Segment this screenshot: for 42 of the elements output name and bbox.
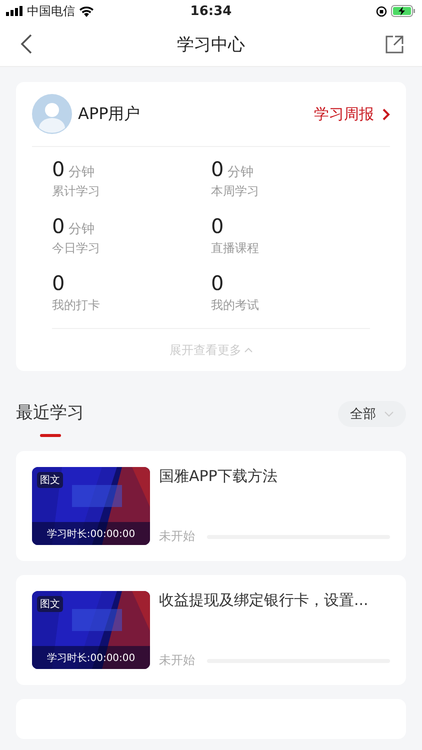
progress-status: 未开始: [159, 652, 195, 669]
stat-unit: 分钟: [68, 221, 95, 238]
duration-label: 学习时长:00:00:00: [46, 652, 136, 665]
stat-label: 今日学习: [52, 240, 101, 257]
share-icon[interactable]: [385, 34, 404, 54]
user-name: APP用户: [78, 104, 142, 124]
stat-label: 我的打卡: [52, 297, 101, 314]
stat-label: 我的考试: [211, 297, 260, 314]
stat-value: 0: [52, 271, 65, 295]
back-icon[interactable]: [20, 34, 32, 54]
duration-label: 学习时长:00:00:00: [46, 528, 136, 541]
carrier-name: 中国电信: [27, 2, 75, 20]
type-badge: 图文: [37, 596, 63, 612]
clock-time: 16:34: [190, 4, 232, 18]
stat-value: 0: [211, 157, 224, 181]
stat-value: 0: [52, 214, 65, 238]
stat-value: 0: [211, 214, 224, 238]
stat-label: 累计学习: [52, 183, 101, 200]
section-title: 最近学习: [16, 402, 84, 424]
progress-status: 未开始: [159, 528, 195, 545]
chevron-down-icon: [384, 411, 394, 417]
course-card[interactable]: 图文 学习时长:00:00:00 国雅APP下载方法 未开始: [16, 451, 406, 561]
signal-icon: [6, 6, 23, 16]
stat-value: 0: [211, 271, 224, 295]
wifi-icon: [79, 6, 94, 16]
stat-value: 0: [52, 157, 65, 181]
section-underline: [40, 434, 60, 437]
type-badge: 图文: [37, 472, 63, 488]
course-card[interactable]: 图文 学习时长:00:00:00 收益提现及绑定银行卡，设置... 未开始: [16, 575, 406, 685]
filter-dropdown[interactable]: 全部: [338, 401, 406, 427]
avatar-icon: [32, 94, 72, 134]
stat-label: 直播课程: [211, 240, 260, 257]
page-title: 学习中心: [177, 34, 245, 56]
course-title: 收益提现及绑定银行卡，设置...: [159, 591, 370, 610]
stat-label: 本周学习: [211, 183, 260, 200]
chevron-right-icon: [382, 108, 390, 120]
course-title: 国雅APP下载方法: [159, 467, 278, 486]
weekly-report-link[interactable]: 学习周报: [314, 104, 390, 124]
orientation-lock-icon: [376, 6, 387, 16]
stat-unit: 分钟: [228, 164, 254, 181]
chevron-up-icon: [244, 347, 252, 353]
stat-unit: 分钟: [68, 164, 95, 181]
